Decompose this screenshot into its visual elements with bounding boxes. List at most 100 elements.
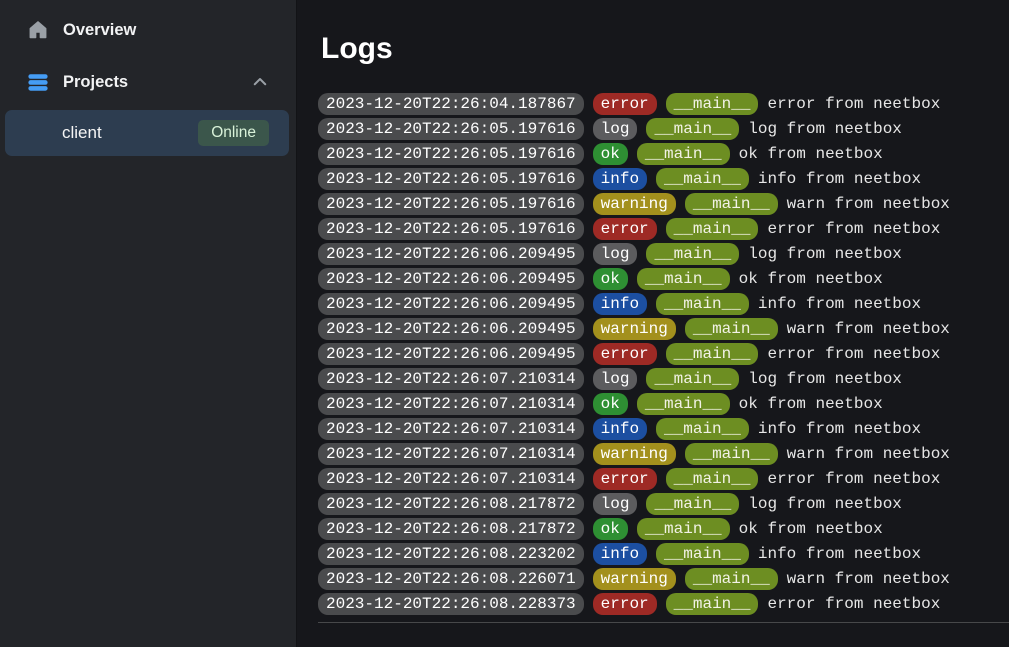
module-badge: __main__ — [656, 293, 749, 315]
timestamp-badge: 2023-12-20T22:26:07.210314 — [318, 443, 584, 465]
timestamp-badge: 2023-12-20T22:26:05.197616 — [318, 168, 584, 190]
log-row: 2023-12-20T22:26:07.210314 warning __mai… — [318, 443, 1009, 465]
level-badge: ok — [593, 518, 628, 540]
log-row: 2023-12-20T22:26:06.209495 log __main__ … — [318, 243, 1009, 265]
timestamp-badge: 2023-12-20T22:26:06.209495 — [318, 268, 584, 290]
log-list: 2023-12-20T22:26:04.187867 error __main_… — [318, 93, 1009, 615]
log-message: log from neetbox — [748, 120, 902, 138]
log-message: ok from neetbox — [739, 270, 883, 288]
log-row: 2023-12-20T22:26:06.209495 warning __mai… — [318, 318, 1009, 340]
level-badge: info — [593, 168, 647, 190]
timestamp-badge: 2023-12-20T22:26:05.197616 — [318, 143, 584, 165]
level-badge: info — [593, 543, 647, 565]
timestamp-badge: 2023-12-20T22:26:07.210314 — [318, 393, 584, 415]
timestamp-badge: 2023-12-20T22:26:04.187867 — [318, 93, 584, 115]
module-badge: __main__ — [666, 468, 759, 490]
log-row: 2023-12-20T22:26:06.209495 info __main__… — [318, 293, 1009, 315]
level-badge: warning — [593, 568, 676, 590]
sidebar-item-overview-label: Overview — [63, 21, 136, 40]
timestamp-badge: 2023-12-20T22:26:08.228373 — [318, 593, 584, 615]
log-message: warn from neetbox — [787, 195, 950, 213]
project-name: client — [62, 123, 102, 143]
log-row: 2023-12-20T22:26:07.210314 info __main__… — [318, 418, 1009, 440]
timestamp-badge: 2023-12-20T22:26:05.197616 — [318, 193, 584, 215]
module-badge: __main__ — [637, 393, 730, 415]
module-badge: __main__ — [666, 593, 759, 615]
log-message: log from neetbox — [748, 495, 902, 513]
module-badge: __main__ — [685, 318, 778, 340]
module-badge: __main__ — [637, 518, 730, 540]
log-row: 2023-12-20T22:26:08.217872 ok __main__ o… — [318, 518, 1009, 540]
level-badge: error — [593, 593, 657, 615]
log-row: 2023-12-20T22:26:08.226071 warning __mai… — [318, 568, 1009, 590]
timestamp-badge: 2023-12-20T22:26:06.209495 — [318, 318, 584, 340]
level-badge: log — [593, 493, 638, 515]
chevron-up-icon[interactable] — [251, 73, 269, 91]
module-badge: __main__ — [685, 568, 778, 590]
log-message: warn from neetbox — [787, 320, 950, 338]
page-title: Logs — [321, 32, 1009, 67]
module-badge: __main__ — [637, 143, 730, 165]
module-badge: __main__ — [646, 368, 739, 390]
level-badge: log — [593, 118, 638, 140]
log-message: error from neetbox — [767, 95, 940, 113]
timestamp-badge: 2023-12-20T22:26:07.210314 — [318, 418, 584, 440]
level-badge: info — [593, 418, 647, 440]
log-row: 2023-12-20T22:26:07.210314 log __main__ … — [318, 368, 1009, 390]
log-message: info from neetbox — [758, 420, 921, 438]
level-badge: info — [593, 293, 647, 315]
timestamp-badge: 2023-12-20T22:26:08.217872 — [318, 518, 584, 540]
module-badge: __main__ — [685, 193, 778, 215]
log-message: error from neetbox — [767, 595, 940, 613]
level-badge: log — [593, 243, 638, 265]
log-message: log from neetbox — [748, 370, 902, 388]
log-message: error from neetbox — [767, 470, 940, 488]
level-badge: log — [593, 368, 638, 390]
module-badge: __main__ — [656, 543, 749, 565]
log-row: 2023-12-20T22:26:05.197616 error __main_… — [318, 218, 1009, 240]
sidebar-item-projects-label: Projects — [63, 73, 128, 92]
log-row: 2023-12-20T22:26:04.187867 error __main_… — [318, 93, 1009, 115]
level-badge: error — [593, 468, 657, 490]
sidebar-item-overview[interactable]: Overview — [0, 8, 296, 52]
module-badge: __main__ — [646, 243, 739, 265]
log-row: 2023-12-20T22:26:08.223202 info __main__… — [318, 543, 1009, 565]
log-message: ok from neetbox — [739, 395, 883, 413]
level-badge: ok — [593, 143, 628, 165]
module-badge: __main__ — [685, 443, 778, 465]
log-message: log from neetbox — [748, 245, 902, 263]
level-badge: error — [593, 218, 657, 240]
module-badge: __main__ — [666, 218, 759, 240]
module-badge: __main__ — [646, 118, 739, 140]
log-row: 2023-12-20T22:26:07.210314 ok __main__ o… — [318, 393, 1009, 415]
level-badge: ok — [593, 268, 628, 290]
module-badge: __main__ — [646, 493, 739, 515]
log-row: 2023-12-20T22:26:08.217872 log __main__ … — [318, 493, 1009, 515]
menu-icon — [27, 71, 49, 93]
status-badge: Online — [198, 120, 269, 146]
level-badge: error — [593, 93, 657, 115]
home-icon — [27, 19, 49, 41]
log-message: ok from neetbox — [739, 145, 883, 163]
module-badge: __main__ — [637, 268, 730, 290]
timestamp-badge: 2023-12-20T22:26:06.209495 — [318, 293, 584, 315]
log-row: 2023-12-20T22:26:06.209495 ok __main__ o… — [318, 268, 1009, 290]
module-badge: __main__ — [666, 93, 759, 115]
log-message: error from neetbox — [767, 220, 940, 238]
log-row: 2023-12-20T22:26:05.197616 warning __mai… — [318, 193, 1009, 215]
module-badge: __main__ — [666, 343, 759, 365]
log-message: ok from neetbox — [739, 520, 883, 538]
log-row: 2023-12-20T22:26:05.197616 log __main__ … — [318, 118, 1009, 140]
module-badge: __main__ — [656, 418, 749, 440]
log-row: 2023-12-20T22:26:08.228373 error __main_… — [318, 593, 1009, 615]
timestamp-badge: 2023-12-20T22:26:05.197616 — [318, 218, 584, 240]
sidebar-item-client[interactable]: client Online — [5, 110, 289, 156]
timestamp-badge: 2023-12-20T22:26:08.223202 — [318, 543, 584, 565]
log-message: info from neetbox — [758, 295, 921, 313]
log-row: 2023-12-20T22:26:05.197616 info __main__… — [318, 168, 1009, 190]
log-message: warn from neetbox — [787, 445, 950, 463]
timestamp-badge: 2023-12-20T22:26:07.210314 — [318, 368, 584, 390]
timestamp-badge: 2023-12-20T22:26:08.217872 — [318, 493, 584, 515]
level-badge: warning — [593, 193, 676, 215]
sidebar-item-projects[interactable]: Projects — [0, 60, 296, 104]
